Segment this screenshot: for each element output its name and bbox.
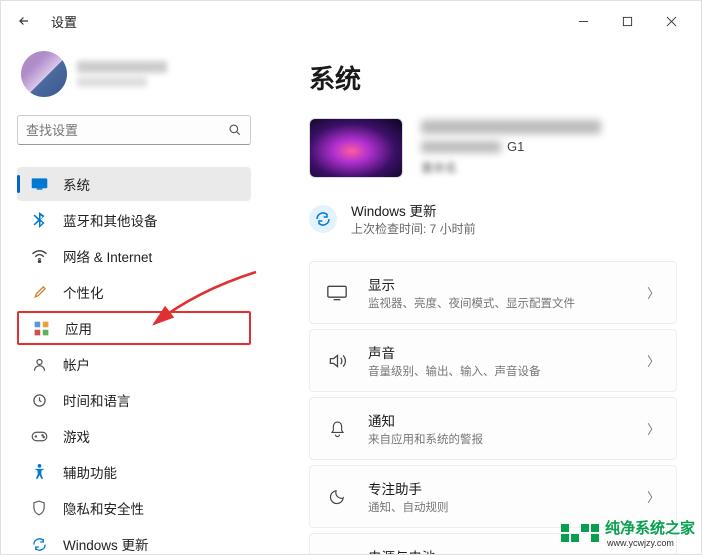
tile-title: 声音 <box>368 342 647 362</box>
tile-title: 专注助手 <box>368 478 647 498</box>
tile-subtitle: 通知、自动规则 <box>368 499 647 515</box>
sound-icon <box>326 353 348 369</box>
chevron-right-icon: 〉 <box>647 283 660 302</box>
gamepad-icon <box>29 430 49 443</box>
sidebar-item-label: 辅助功能 <box>63 462 117 482</box>
sidebar-item-apps[interactable]: 应用 <box>17 311 251 345</box>
clock-icon <box>29 393 49 408</box>
system-icon <box>29 177 49 191</box>
device-info[interactable]: G1 重命名 <box>309 118 677 178</box>
device-rename: 重命名 <box>421 159 601 176</box>
sidebar-item-label: 蓝牙和其他设备 <box>63 210 158 230</box>
sidebar-item-accounts[interactable]: 帐户 <box>17 347 251 381</box>
update-icon <box>29 537 49 552</box>
apps-icon <box>31 321 51 336</box>
wifi-icon <box>29 249 49 263</box>
back-button[interactable] <box>9 6 39 36</box>
bluetooth-icon <box>29 212 49 228</box>
sidebar-item-label: 游戏 <box>63 426 90 446</box>
bell-icon <box>326 420 348 438</box>
sidebar-item-label: 隐私和安全性 <box>63 498 144 518</box>
sidebar-item-label: 系统 <box>63 174 90 194</box>
close-button[interactable] <box>649 3 693 39</box>
sidebar-item-system[interactable]: 系统 <box>17 167 251 201</box>
maximize-button[interactable] <box>605 3 649 39</box>
sidebar-item-accessibility[interactable]: 辅助功能 <box>17 455 251 489</box>
minimize-button[interactable] <box>561 3 605 39</box>
tile-subtitle: 音量级别、输出、输入、声音设备 <box>368 363 647 379</box>
update-subtitle: 上次检查时间: 7 小时前 <box>351 220 476 237</box>
window-title: 设置 <box>51 12 77 31</box>
watermark-text: 纯净系统之家 <box>605 520 695 537</box>
tile-display[interactable]: 显示 监视器、亮度、夜间模式、显示配置文件 〉 <box>309 261 677 324</box>
watermark-logo <box>561 524 599 542</box>
sidebar-item-privacy[interactable]: 隐私和安全性 <box>17 491 251 525</box>
sidebar-item-time[interactable]: 时间和语言 <box>17 383 251 417</box>
sidebar-item-update[interactable]: Windows 更新 <box>17 527 251 554</box>
sidebar-item-label: Windows 更新 <box>63 534 149 554</box>
moon-icon <box>326 488 348 505</box>
tile-subtitle: 监视器、亮度、夜间模式、显示配置文件 <box>368 295 647 311</box>
sidebar-item-label: 网络 & Internet <box>63 246 152 266</box>
sidebar-item-personalization[interactable]: 个性化 <box>17 275 251 309</box>
chevron-right-icon: 〉 <box>647 487 660 506</box>
tile-sound[interactable]: 声音 音量级别、输出、输入、声音设备 〉 <box>309 329 677 392</box>
watermark: 纯净系统之家 www.ycwjzy.com <box>561 517 695 548</box>
brush-icon <box>29 285 49 300</box>
tile-notifications[interactable]: 通知 来自应用和系统的警报 〉 <box>309 397 677 460</box>
avatar <box>21 51 67 97</box>
sidebar-item-label: 个性化 <box>63 282 104 302</box>
search-input[interactable] <box>26 123 228 138</box>
sidebar-item-bluetooth[interactable]: 蓝牙和其他设备 <box>17 203 251 237</box>
sidebar-item-label: 应用 <box>65 318 92 338</box>
tile-title: 显示 <box>368 274 647 294</box>
shield-icon <box>29 500 49 516</box>
device-thumbnail <box>309 118 403 178</box>
accessibility-icon <box>29 464 49 480</box>
sidebar-item-label: 时间和语言 <box>63 390 131 410</box>
sidebar-item-label: 帐户 <box>63 354 90 374</box>
update-title: Windows 更新 <box>351 200 476 220</box>
search-box[interactable] <box>17 115 251 145</box>
device-name-blurred <box>421 120 601 134</box>
profile-text <box>77 61 167 87</box>
tile-title: 通知 <box>368 410 647 430</box>
chevron-right-icon: 〉 <box>647 419 660 438</box>
tile-subtitle: 来自应用和系统的警报 <box>368 431 647 447</box>
search-icon <box>228 123 242 137</box>
device-model-blurred <box>421 141 501 153</box>
page-title: 系统 <box>309 59 677 96</box>
profile[interactable] <box>21 51 251 97</box>
update-icon <box>309 205 337 233</box>
display-icon <box>326 285 348 301</box>
device-model-suffix: G1 <box>507 139 524 154</box>
sidebar-item-network[interactable]: 网络 & Internet <box>17 239 251 273</box>
accounts-icon <box>29 357 49 372</box>
sidebar-item-gaming[interactable]: 游戏 <box>17 419 251 453</box>
windows-update-status[interactable]: Windows 更新 上次检查时间: 7 小时前 <box>309 192 677 245</box>
watermark-url: www.ycwjzy.com <box>607 538 695 548</box>
chevron-right-icon: 〉 <box>647 351 660 370</box>
